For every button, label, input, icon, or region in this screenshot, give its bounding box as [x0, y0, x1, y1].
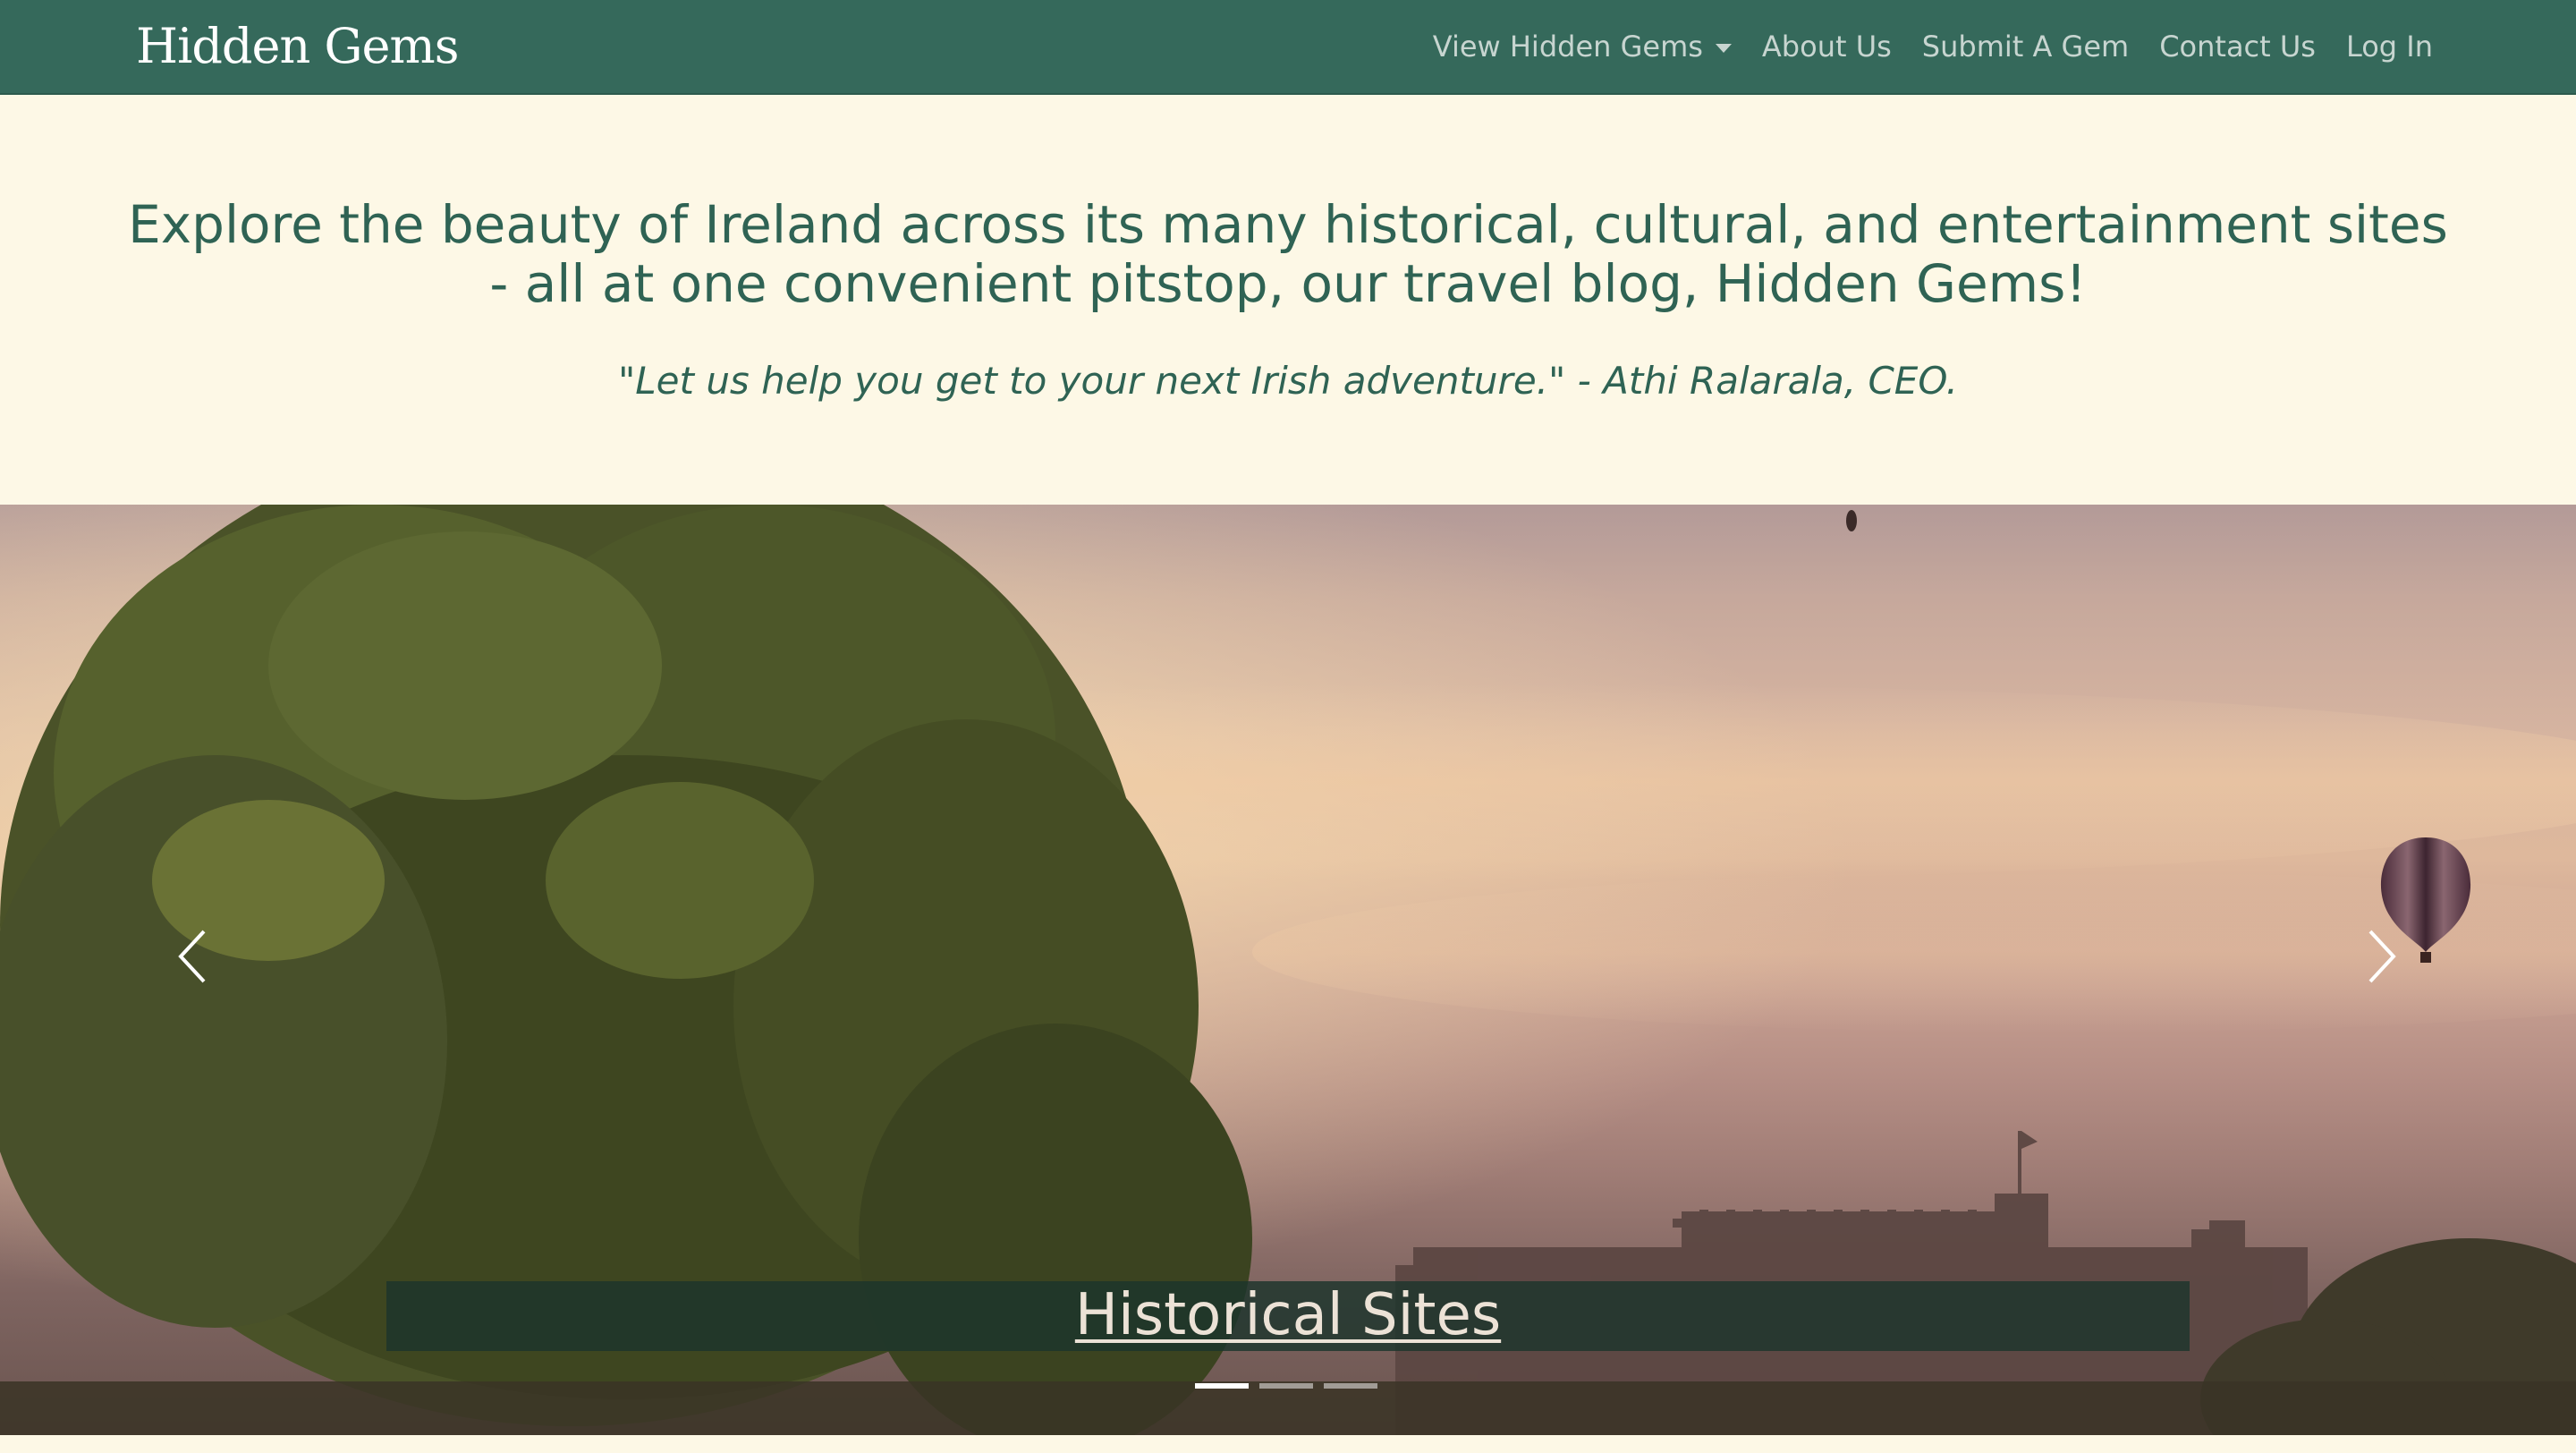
- nav-contact-us[interactable]: Contact Us: [2159, 30, 2316, 64]
- nav-view-hidden-gems-label: View Hidden Gems: [1432, 30, 1703, 64]
- carousel-caption-bar: Historical Sites: [386, 1281, 2190, 1351]
- chevron-right-icon: [2368, 930, 2396, 983]
- nav-view-hidden-gems-dropdown[interactable]: View Hidden Gems: [1433, 30, 1732, 64]
- brand-logo[interactable]: Hidden Gems: [136, 11, 459, 82]
- nav-links: View Hidden Gems About Us Submit A Gem C…: [1433, 0, 2433, 93]
- carousel-indicator-1[interactable]: [1195, 1383, 1249, 1389]
- carousel-prev-button[interactable]: [157, 921, 229, 992]
- carousel-indicators: [1195, 1383, 1377, 1389]
- chevron-left-icon: [178, 930, 206, 983]
- hero-section: Explore the beauty of Ireland across its…: [0, 95, 2576, 505]
- carousel-indicator-2[interactable]: [1259, 1383, 1313, 1389]
- carousel-indicator-3[interactable]: [1324, 1383, 1377, 1389]
- hero-title: Explore the beauty of Ireland across its…: [128, 194, 2448, 314]
- nav-submit-a-gem[interactable]: Submit A Gem: [1922, 30, 2129, 64]
- hero-quote: "Let us help you get to your next Irish …: [617, 359, 1959, 403]
- nav-log-in[interactable]: Log In: [2346, 30, 2433, 64]
- nav-about-us[interactable]: About Us: [1762, 30, 1892, 64]
- carousel-caption-link[interactable]: Historical Sites: [1075, 1281, 1501, 1349]
- carousel-next-button[interactable]: [2345, 921, 2417, 992]
- image-carousel: Historical Sites: [0, 505, 2576, 1435]
- top-navbar: Hidden Gems View Hidden Gems About Us Su…: [0, 0, 2576, 95]
- caret-down-icon: [1715, 44, 1732, 53]
